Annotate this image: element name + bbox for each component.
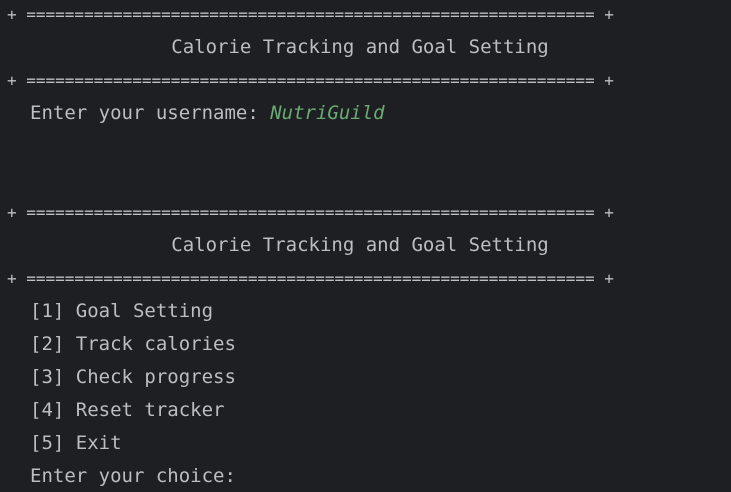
menu-item-exit: [5] Exit	[30, 432, 122, 454]
menu-title: Calorie Tracking and Goal Setting	[171, 234, 549, 256]
menu-item-track-calories: [2] Track calories	[30, 333, 236, 355]
menu-item-check-progress: [3] Check progress	[30, 366, 236, 388]
menu-border-bottom: + ======================================…	[7, 269, 614, 288]
menu-item-reset-tracker: [4] Reset tracker	[30, 399, 225, 421]
header-border-top: + ======================================…	[7, 5, 614, 24]
username-prompt: Enter your username:	[30, 102, 271, 124]
app-title: Calorie Tracking and Goal Setting	[171, 36, 549, 58]
choice-prompt[interactable]: Enter your choice:	[30, 460, 247, 492]
header-border-bottom: + ======================================…	[7, 71, 614, 90]
menu-border-top: + ======================================…	[7, 203, 614, 222]
username-input-value: NutriGuild	[270, 102, 385, 124]
console-output[interactable]: + ======================================…	[0, 0, 731, 492]
username-prompt-line: Enter your username: NutriGuild	[30, 97, 385, 130]
menu-item-goal-setting: [1] Goal Setting	[30, 300, 214, 322]
